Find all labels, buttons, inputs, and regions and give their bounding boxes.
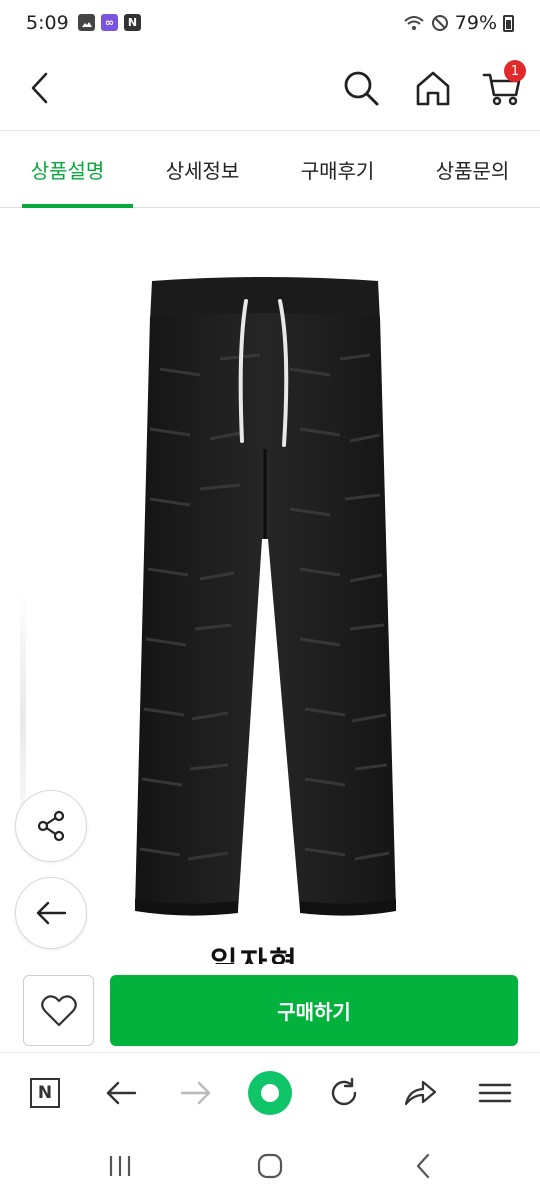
recent-apps-icon bbox=[109, 1156, 131, 1176]
browser-toolbar: N bbox=[0, 1052, 540, 1132]
refresh-button[interactable] bbox=[318, 1067, 370, 1119]
product-pants-image bbox=[135, 277, 396, 916]
system-home-button[interactable] bbox=[248, 1146, 292, 1186]
browser-share-button[interactable] bbox=[394, 1067, 446, 1119]
wifi-icon bbox=[404, 16, 424, 30]
forward-arrow-icon bbox=[180, 1081, 211, 1105]
home-icon bbox=[416, 71, 450, 106]
back-arrow-icon bbox=[106, 1081, 137, 1105]
recent-apps-button[interactable] bbox=[98, 1146, 142, 1186]
link-app-icon: ∞ bbox=[101, 14, 118, 31]
menu-icon bbox=[478, 1083, 512, 1103]
status-time: 5:09 bbox=[26, 12, 69, 34]
tab-product-description[interactable]: 상품설명 bbox=[0, 131, 135, 208]
back-chevron-icon bbox=[416, 1153, 430, 1179]
gallery-icon bbox=[78, 14, 95, 31]
wishlist-button[interactable] bbox=[23, 975, 94, 1046]
tab-inquiries[interactable]: 상품문의 bbox=[405, 131, 540, 207]
green-dot-icon bbox=[248, 1071, 292, 1115]
product-tabs: 상품설명 상세정보 구매후기 상품문의 bbox=[0, 131, 540, 208]
purchase-bar: 구매하기 bbox=[0, 964, 540, 1052]
tab-detail-info[interactable]: 상세정보 bbox=[135, 131, 270, 207]
browser-forward-button[interactable] bbox=[170, 1067, 222, 1119]
status-bar: 5:09 ∞ N 79% bbox=[0, 0, 540, 48]
naver-app-icon: N bbox=[124, 14, 141, 31]
tab-reviews[interactable]: 구매후기 bbox=[270, 131, 405, 207]
naver-home-button[interactable]: N bbox=[19, 1067, 71, 1119]
heart-icon bbox=[40, 994, 77, 1026]
buy-button[interactable]: 구매하기 bbox=[110, 975, 518, 1046]
battery-percent: 79% bbox=[454, 12, 497, 34]
refresh-icon bbox=[331, 1077, 357, 1106]
status-notification-icons: ∞ N bbox=[78, 14, 141, 31]
share-icon bbox=[37, 810, 65, 842]
browser-menu-button[interactable] bbox=[469, 1067, 521, 1119]
home-button[interactable] bbox=[405, 60, 461, 116]
arrow-left-icon bbox=[36, 901, 67, 925]
chevron-left-icon bbox=[31, 72, 48, 104]
system-nav-bar bbox=[0, 1132, 540, 1200]
back-button[interactable] bbox=[12, 60, 68, 116]
status-right: 79% bbox=[403, 12, 514, 34]
battery-icon bbox=[503, 14, 514, 32]
search-button[interactable] bbox=[333, 60, 389, 116]
app-header: 1 bbox=[0, 48, 540, 130]
system-back-button[interactable] bbox=[401, 1146, 445, 1186]
cart-button[interactable]: 1 bbox=[474, 60, 530, 116]
floating-back-button[interactable] bbox=[15, 877, 87, 949]
share-button[interactable] bbox=[15, 790, 87, 862]
search-icon bbox=[344, 71, 379, 106]
browser-green-dot-button[interactable] bbox=[244, 1067, 296, 1119]
home-circle-icon bbox=[257, 1153, 283, 1179]
product-image-area bbox=[0, 209, 540, 974]
cart-count-badge: 1 bbox=[504, 60, 526, 82]
browser-back-button[interactable] bbox=[95, 1067, 147, 1119]
share-arrow-icon bbox=[404, 1080, 437, 1106]
do-not-disturb-icon bbox=[431, 15, 448, 31]
naver-n-icon: N bbox=[30, 1078, 60, 1108]
